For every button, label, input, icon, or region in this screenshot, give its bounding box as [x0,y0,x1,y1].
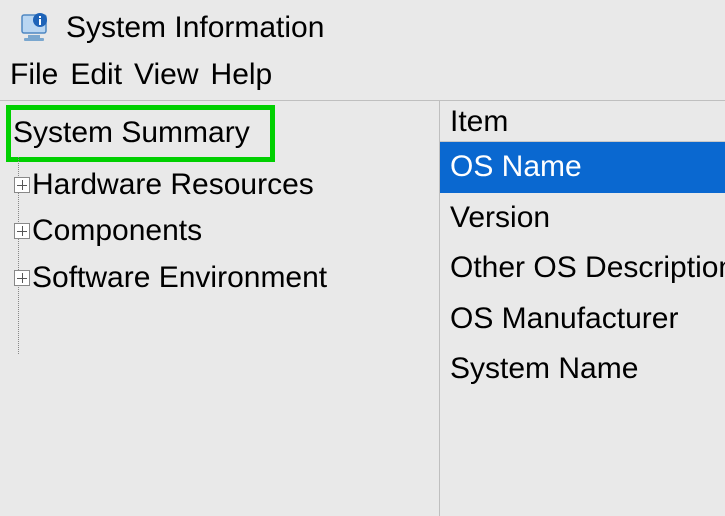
expand-icon[interactable] [14,223,30,239]
tree-node-system-summary[interactable]: System Summary [0,105,439,162]
category-tree-pane: System Summary Hardware Resources Compon… [0,101,440,516]
system-information-window: System Information File Edit View Help S… [0,0,725,516]
window-title: System Information [66,11,324,45]
system-info-icon [18,10,54,46]
list-row-system-name[interactable]: System Name [440,344,725,395]
list-row-os-manufacturer[interactable]: OS Manufacturer [440,294,725,345]
tree-node-hardware-resources[interactable]: Hardware Resources [0,162,439,209]
column-header-item[interactable]: Item [450,105,725,139]
tree-label-software-environment: Software Environment [32,255,327,302]
list-rows[interactable]: OS Name Version Other OS Description OS … [440,142,725,516]
tree-node-software-environment[interactable]: Software Environment [0,255,439,302]
tree-node-components[interactable]: Components [0,208,439,255]
list-header[interactable]: Item [440,103,725,142]
menu-view[interactable]: View [132,58,200,92]
menu-edit[interactable]: Edit [68,58,124,92]
menu-file[interactable]: File [8,58,60,92]
details-list-pane: Item OS Name Version Other OS Descriptio… [440,101,725,516]
content-area: System Summary Hardware Resources Compon… [0,100,725,516]
menu-help[interactable]: Help [209,58,275,92]
list-row-version[interactable]: Version [440,193,725,244]
tree-label-components: Components [32,208,202,255]
list-row-os-name[interactable]: OS Name [440,142,725,193]
tree-label-hardware-resources: Hardware Resources [32,162,314,209]
tree-label-system-summary: System Summary [6,105,275,162]
menu-bar: File Edit View Help [0,52,725,100]
titlebar: System Information [0,0,725,52]
list-row-other-os-description[interactable]: Other OS Description [440,243,725,294]
category-tree[interactable]: System Summary Hardware Resources Compon… [0,105,439,301]
expand-icon[interactable] [14,270,30,286]
expand-icon[interactable] [14,177,30,193]
